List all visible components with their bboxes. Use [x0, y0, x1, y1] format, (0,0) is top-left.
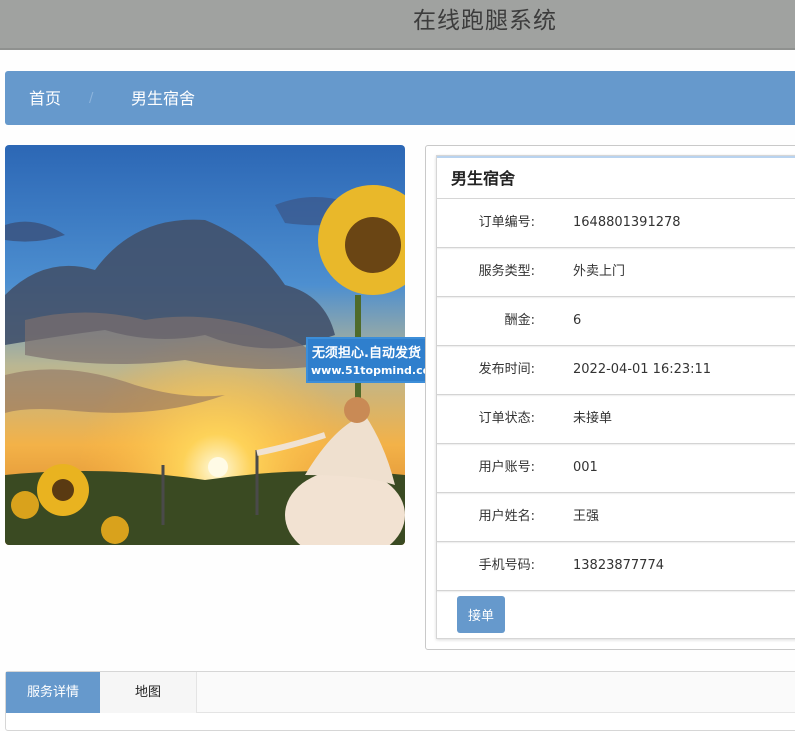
accept-order-button[interactable]: 接单 — [457, 596, 505, 633]
detail-row-service-type: 服务类型: 外卖上门 — [437, 248, 795, 297]
detail-title: 男生宿舍 — [451, 169, 516, 188]
breadcrumb-home-link[interactable]: 首页 — [29, 71, 61, 127]
watermark-slogan: 无须担心.自动发货 — [312, 346, 421, 361]
row-value: 王强 — [573, 509, 600, 524]
detail-panel: 男生宿舍 订单编号: 1648801391278 服务类型: 外卖上门 酬金: … — [436, 155, 795, 639]
row-label: 酬金: — [504, 313, 535, 328]
site-title: 在线跑腿系统 — [413, 8, 557, 34]
row-label: 订单状态: — [478, 411, 535, 426]
detail-row-order-number: 订单编号: 1648801391278 — [437, 199, 795, 248]
row-label: 手机号码: — [478, 558, 535, 573]
breadcrumb: 首页 / 男生宿舍 — [5, 71, 795, 125]
watermark-blue-block: 无须担心.自动发货 www.51topmind.com — [308, 339, 442, 381]
detail-row-order-status: 订单状态: 未接单 — [437, 395, 795, 444]
tab-map[interactable]: 地图 — [100, 672, 197, 713]
row-label: 发布时间: — [478, 362, 535, 377]
row-label: 用户账号: — [478, 460, 535, 475]
breadcrumb-current: 男生宿舍 — [131, 89, 196, 108]
watermark-url: www.51topmind.com — [311, 364, 442, 377]
tab-service-details[interactable]: 服务详情 — [6, 672, 100, 713]
detail-row-user-account: 用户账号: 001 — [437, 444, 795, 493]
row-value: 6 — [573, 313, 582, 328]
row-label: 用户姓名: — [478, 509, 535, 524]
tab-bar: 服务详情 地图 — [6, 672, 795, 713]
top-header: 在线跑腿系统 — [0, 0, 795, 50]
row-value: 2022-04-01 16:23:11 — [573, 362, 712, 377]
row-value: 001 — [573, 460, 598, 475]
row-value: 1648801391278 — [573, 215, 681, 230]
detail-row-publish-time: 发布时间: 2022-04-01 16:23:11 — [437, 346, 795, 395]
detail-panel-header: 男生宿舍 — [437, 156, 795, 199]
detail-row-phone: 手机号码: 13823877774 — [437, 542, 795, 591]
detail-row-user-name: 用户姓名: 王强 — [437, 493, 795, 542]
row-label: 订单编号: — [478, 215, 535, 230]
row-label: 服务类型: — [478, 264, 535, 279]
row-value: 外卖上门 — [573, 264, 626, 279]
breadcrumb-separator: / — [89, 91, 94, 106]
bottom-tabs: 服务详情 地图 — [5, 671, 795, 731]
detail-row-reward: 酬金: 6 — [437, 297, 795, 346]
row-value: 13823877774 — [573, 558, 664, 573]
row-value: 未接单 — [573, 411, 613, 426]
